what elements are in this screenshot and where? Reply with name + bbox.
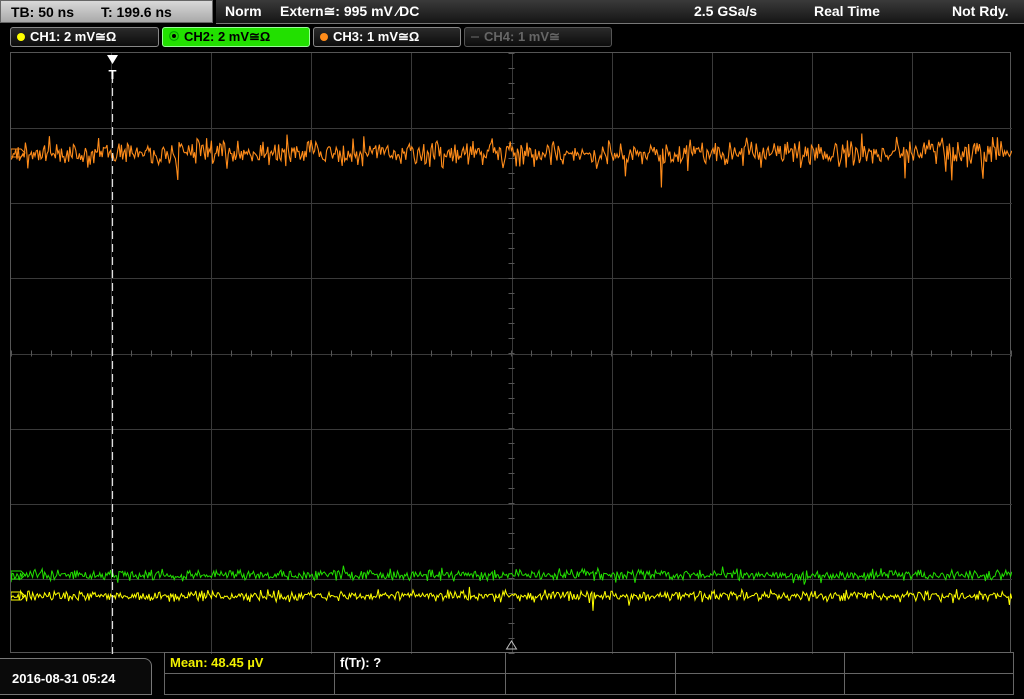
channel-1-color-icon <box>17 33 25 41</box>
channel-3-trace <box>11 133 1012 188</box>
trigger-time-readout: T: 199.6 ns <box>101 4 172 20</box>
measurement-slot-8[interactable] <box>506 674 676 695</box>
channel-1-trace <box>11 586 1012 611</box>
channel-2-color-icon <box>169 31 179 41</box>
run-status: Not Rdy. <box>952 3 1009 19</box>
channel-4-off-icon <box>471 36 479 38</box>
waveform-display[interactable]: T <box>10 52 1012 654</box>
channel-4-tab[interactable]: CH4: 1 mV≅ <box>464 27 612 47</box>
waveform-canvas[interactable]: T <box>11 53 1012 654</box>
measurement-slot-7[interactable] <box>335 674 506 695</box>
top-status-bar: TB: 50 ns T: 199.6 ns Norm Extern≅: 995 … <box>0 0 1024 24</box>
timebase-panel[interactable]: TB: 50 ns T: 199.6 ns <box>0 0 213 23</box>
time-reference-icon <box>505 640 518 650</box>
acquisition-mode: Real Time <box>814 3 880 19</box>
channel-3-tab[interactable]: CH3: 1 mV≅Ω <box>313 27 461 47</box>
channel-3-label: CH3: 1 mV≅Ω <box>333 29 420 44</box>
channel-3-color-icon <box>320 33 328 41</box>
channel-1-tab[interactable]: CH1: 2 mV≅Ω <box>10 27 159 47</box>
acquisition-status-strip[interactable]: Norm Extern≅: 995 mV ⁄DC 2.5 GSa/s Real … <box>216 0 1024 24</box>
datetime-display: 2016-08-31 05:24 <box>0 658 152 695</box>
trigger-marker-label: T <box>109 67 117 82</box>
traces <box>11 133 1012 611</box>
channel-4-label: CH4: 1 mV≅ <box>484 29 560 44</box>
measurement-slot-6[interactable] <box>165 674 335 695</box>
channel-tabs: CH1: 2 mV≅Ω CH2: 2 mV≅Ω CH3: 1 mV≅Ω CH4:… <box>0 25 1024 50</box>
channel-2-tab[interactable]: CH2: 2 mV≅Ω <box>162 27 310 47</box>
trigger-source: Extern≅: 995 mV ⁄DC <box>280 3 420 19</box>
channel-2-label: CH2: 2 mV≅Ω <box>184 29 271 44</box>
trigger-frequency-measurement[interactable]: f(Tr): ? <box>335 653 506 674</box>
measurement-slot-4[interactable] <box>676 653 845 674</box>
measurement-slot-9[interactable] <box>676 674 845 695</box>
trigger-mode: Norm <box>225 3 262 19</box>
timebase-readout: TB: 50 ns <box>11 4 75 20</box>
mean-measurement[interactable]: Mean: 48.45 µV <box>165 653 335 674</box>
measurement-slot-3[interactable] <box>506 653 676 674</box>
measurement-slot-10[interactable] <box>845 674 1013 695</box>
measurement-slot-5[interactable] <box>845 653 1013 674</box>
bottom-bar: 2016-08-31 05:24 Mean: 48.45 µV f(Tr): ? <box>0 652 1024 695</box>
sample-rate: 2.5 GSa/s <box>694 3 758 19</box>
measurement-panel[interactable]: Mean: 48.45 µV f(Tr): ? <box>164 652 1014 695</box>
trigger-position-icon <box>107 55 118 64</box>
channel-2-trace <box>11 565 1012 585</box>
channel-1-label: CH1: 2 mV≅Ω <box>30 29 117 44</box>
